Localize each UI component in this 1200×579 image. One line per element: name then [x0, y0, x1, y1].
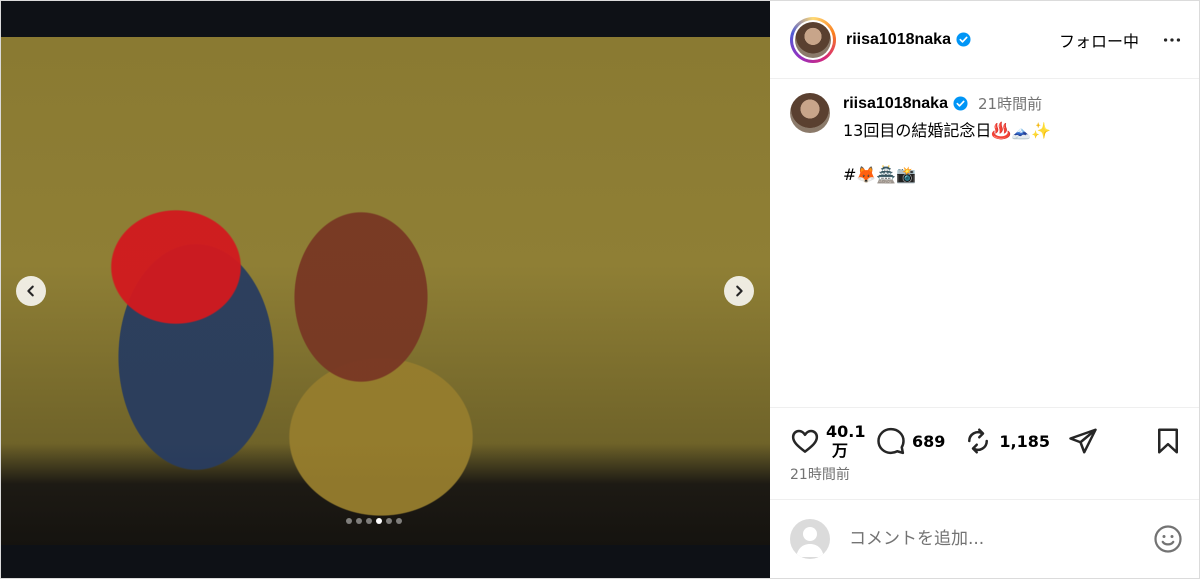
more-options-button[interactable] — [1161, 29, 1183, 51]
verified-badge-icon — [953, 96, 968, 111]
previous-image-button[interactable] — [16, 276, 46, 306]
avatar-inner — [793, 19, 833, 60]
comment-input[interactable] — [847, 528, 1153, 550]
caption-header: riisa1018naka 21時間前 — [843, 93, 1051, 114]
post-caption: riisa1018naka 21時間前 13回目の結婚記念日♨️🗻✨ #🦊🏯📸 — [770, 79, 1199, 186]
caption-avatar[interactable] — [790, 93, 830, 133]
carousel-dot — [386, 518, 392, 524]
more-horizontal-icon — [1163, 37, 1181, 42]
username-link[interactable]: riisa1018naka — [846, 31, 951, 49]
carousel-dot — [366, 518, 372, 524]
post-side-panel: riisa1018naka フォロー中 riisa1018naka 21時間前 … — [770, 1, 1199, 578]
carousel-indicator — [346, 518, 402, 524]
media-panel — [1, 1, 770, 578]
post-header: riisa1018naka フォロー中 — [770, 1, 1199, 79]
profile-avatar[interactable] — [790, 16, 836, 63]
repost-icon — [968, 428, 989, 454]
current-user-avatar — [790, 519, 830, 559]
avatar-image — [795, 21, 831, 58]
heart-icon — [791, 429, 819, 453]
action-bar: 40.1 万 689 1,185 21時間前 — [770, 407, 1199, 484]
comment-count: 689 — [912, 431, 946, 451]
like-count-number: 40.1 — [826, 422, 866, 441]
share-button[interactable] — [1068, 426, 1098, 456]
carousel-dot — [346, 518, 352, 524]
comment-button[interactable]: 689 — [876, 426, 945, 456]
carousel-dot — [396, 518, 402, 524]
comment-bar — [770, 499, 1199, 578]
repost-button[interactable]: 1,185 — [963, 426, 1050, 456]
chevron-left-icon — [27, 285, 34, 297]
comment-icon — [877, 427, 905, 455]
caption-timestamp[interactable]: 21時間前 — [978, 93, 1042, 114]
post-container: riisa1018naka フォロー中 riisa1018naka 21時間前 … — [0, 0, 1200, 579]
caption-body: riisa1018naka 21時間前 13回目の結婚記念日♨️🗻✨ #🦊🏯📸 — [843, 93, 1051, 186]
carousel-dot-active — [376, 518, 382, 524]
action-row: 40.1 万 689 1,185 — [790, 422, 1183, 460]
carousel-dot — [356, 518, 362, 524]
post-timestamp[interactable]: 21時間前 — [790, 464, 1183, 484]
following-button[interactable]: フォロー中 — [1059, 28, 1139, 52]
save-button[interactable] — [1153, 426, 1183, 456]
verified-badge-icon — [956, 32, 971, 47]
next-image-button[interactable] — [724, 276, 754, 306]
default-user-icon — [796, 527, 824, 557]
like-button[interactable]: 40.1 万 — [790, 422, 865, 460]
like-count-unit: 万 — [831, 441, 848, 460]
bookmark-icon — [1158, 428, 1178, 454]
smiley-icon — [1154, 525, 1182, 553]
post-photo[interactable] — [1, 37, 770, 545]
emoji-button[interactable] — [1153, 524, 1183, 554]
like-count[interactable]: 40.1 万 — [826, 422, 865, 460]
chevron-right-icon — [736, 285, 743, 297]
caption-username[interactable]: riisa1018naka — [843, 95, 948, 113]
caption-text: 13回目の結婚記念日♨️🗻✨ #🦊🏯📸 — [843, 121, 1052, 184]
share-icon — [1069, 428, 1097, 454]
repost-count: 1,185 — [999, 431, 1051, 451]
